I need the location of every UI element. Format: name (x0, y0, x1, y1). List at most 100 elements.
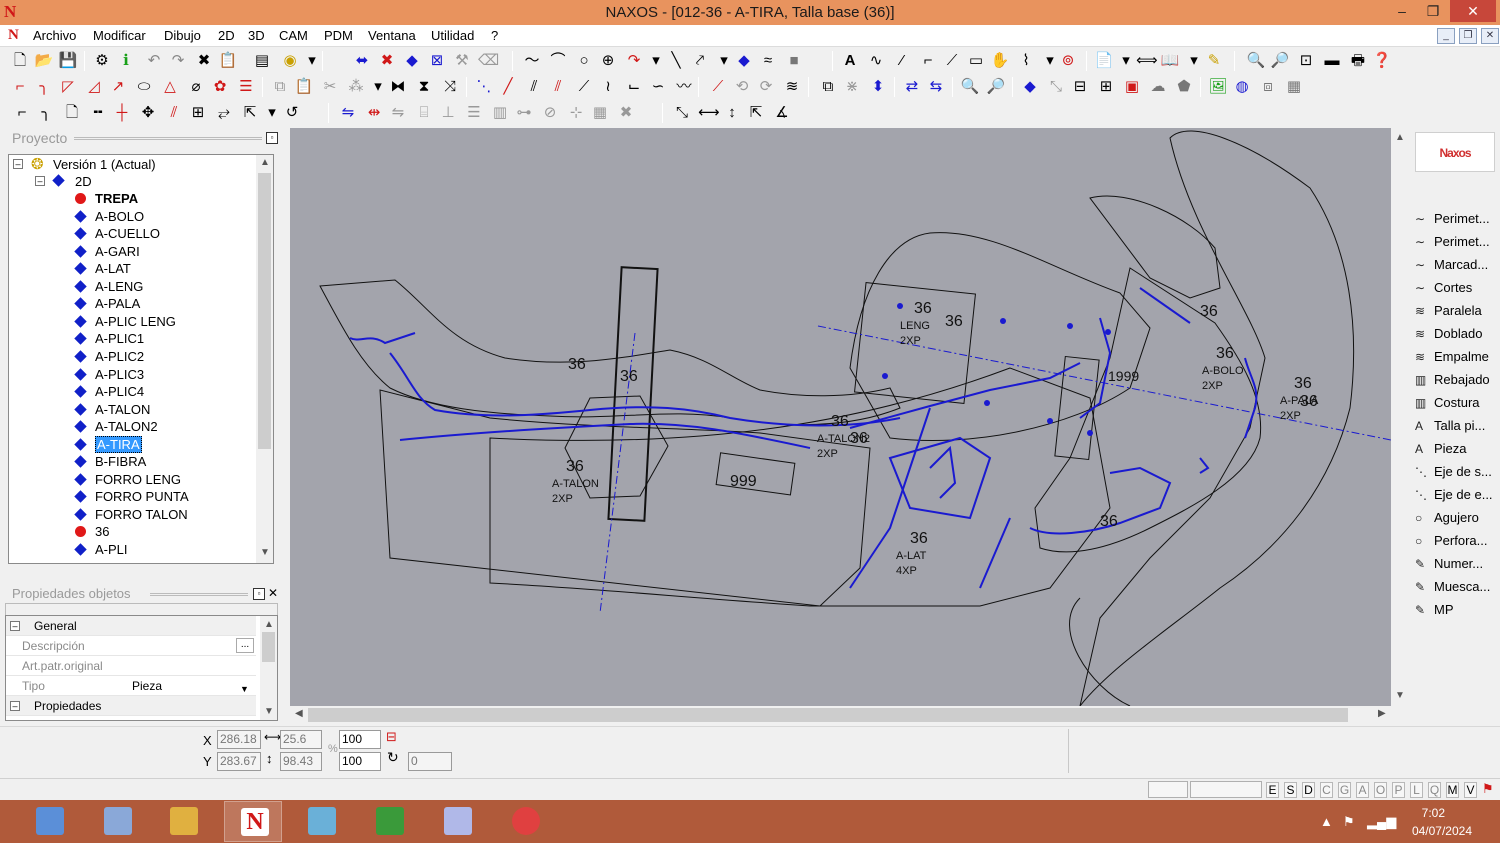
taskbar-app-button[interactable]: N (224, 801, 282, 842)
red-arc-icon[interactable]: ↷ (624, 51, 644, 71)
arrows-icon[interactable]: ⇋ (338, 103, 358, 123)
help-icon[interactable]: ❓ (1372, 51, 1392, 71)
tree-item[interactable]: A-PLIC2 (74, 348, 144, 365)
palette-item[interactable]: ✎ Muesca... (1415, 576, 1495, 598)
blue-diamond-icon[interactable]: ◆ (1020, 77, 1040, 97)
minimize-button[interactable]: – (1385, 0, 1419, 22)
distort-icon[interactable]: ⥂ (214, 103, 234, 123)
mode-key-g[interactable]: G (1338, 782, 1351, 798)
tree-scroll-thumb[interactable] (258, 173, 271, 449)
move-piece-icon[interactable]: ◆ (402, 51, 422, 71)
dropdown-arrow-icon[interactable]: ▾ (368, 77, 388, 97)
palette-icon[interactable]: ◉ (280, 51, 300, 71)
collapse-icon[interactable]: – (10, 701, 20, 711)
text-icon[interactable]: A (840, 51, 860, 71)
measure-icon[interactable]: ⊟ (1070, 77, 1090, 97)
mode-key-o[interactable]: O (1374, 782, 1387, 798)
tree-item[interactable]: A-PLI (74, 541, 128, 558)
browse-button[interactable]: ... (236, 638, 254, 653)
page-icon[interactable]: 🗋 (62, 103, 82, 123)
project-tree[interactable]: – ❂ Versión 1 (Actual) – 2D TREPA A-BOLO A… (8, 154, 274, 564)
tree-item[interactable]: A-TALON (74, 401, 150, 418)
tree-folder-2d[interactable]: – 2D (35, 173, 92, 190)
taskbar-app-button[interactable] (88, 801, 146, 842)
tree-item[interactable]: A-LENG (74, 278, 143, 295)
anchor-icon[interactable]: ⊥ (438, 103, 458, 123)
morph-icon[interactable]: ≋ (782, 77, 802, 97)
flip-horizontal-icon[interactable]: ⧓ (388, 77, 408, 97)
open-folder-icon[interactable]: 📂 (34, 51, 54, 71)
tree-item[interactable]: A-PLIC3 (74, 366, 144, 383)
tree-item[interactable]: A-BOLO (74, 208, 144, 225)
book-icon[interactable]: 📖 (1160, 51, 1180, 71)
height-field[interactable]: 98.43 (280, 752, 322, 771)
palette-item[interactable]: ∼ Marcad... (1415, 254, 1495, 276)
maximize-button[interactable]: ❐ (1416, 0, 1450, 22)
horizontal-scrollbar[interactable]: ◀ ▶ (290, 706, 1391, 724)
tree-item[interactable]: B-FIBRA (74, 453, 146, 470)
mdi-minimize-button[interactable]: _ (1437, 28, 1455, 44)
tree-item[interactable]: A-LAT (74, 260, 131, 277)
pin-icon[interactable]: ▫ (266, 132, 278, 144)
window-icon[interactable]: ▣ (1122, 77, 1142, 97)
width-field[interactable]: 25.6 (280, 730, 322, 749)
taskbar-app-button[interactable] (496, 801, 554, 842)
x-field[interactable]: 286.18 (217, 730, 261, 749)
mode-key-m[interactable]: M (1446, 782, 1459, 798)
properties-scroll-thumb[interactable] (262, 632, 275, 662)
mirror-icon[interactable]: ⟺ (1136, 51, 1158, 71)
palette-item[interactable]: ∼ Cortes (1415, 277, 1495, 299)
palette-item[interactable]: A Pieza (1415, 438, 1495, 460)
slash-icon[interactable]: ⟋ (942, 51, 962, 71)
menu-pdm[interactable]: PDM (324, 28, 353, 43)
palette-item[interactable]: ▥ Costura (1415, 392, 1495, 414)
tree-item[interactable]: A-CUELLO (74, 225, 160, 242)
clock-date[interactable]: 04/07/2024 (1412, 824, 1472, 838)
chamfer-icon[interactable]: ◸ (58, 77, 78, 97)
exchange-icon[interactable]: ⇆ (926, 77, 946, 97)
gray-arrows-icon[interactable]: ⇋ (388, 103, 408, 123)
tree-item[interactable]: A-PALA (74, 295, 140, 312)
menu-archivo[interactable]: Archivo (33, 28, 76, 43)
chevron-up-icon[interactable]: ▲ (1320, 814, 1333, 829)
palette-item[interactable]: ⋱ Eje de e... (1415, 484, 1495, 506)
new-file-icon[interactable]: 🗋 (10, 51, 30, 71)
rotation-field[interactable]: 0 (408, 752, 452, 771)
mode-key-p[interactable]: P (1392, 782, 1405, 798)
clock-time[interactable]: 7:02 (1422, 806, 1445, 820)
scroll-right-icon[interactable]: ▶ (1378, 708, 1386, 719)
eraser-icon[interactable]: ⌫ (478, 51, 499, 71)
tree-item[interactable]: 36 (75, 523, 109, 540)
type-select[interactable]: Pieza (128, 676, 254, 695)
taskbar-app-button[interactable] (428, 801, 486, 842)
remove-arrows-icon[interactable]: ⇹ (364, 103, 384, 123)
palette-item[interactable]: ≋ Doblado (1415, 323, 1495, 345)
layers-icon[interactable]: ▤ (252, 51, 272, 71)
select-piece-icon[interactable]: ⬌ (352, 51, 372, 71)
zigzag-icon[interactable]: ⌇ (1016, 51, 1036, 71)
link-icon[interactable]: ⊶ (514, 103, 534, 123)
delete-icon[interactable]: ✖ (194, 51, 214, 71)
palette-item[interactable]: ⋱ Eje de s... (1415, 461, 1495, 483)
corner-line-icon[interactable]: ⌐ (12, 103, 32, 123)
taskbar-app-button[interactable] (360, 801, 418, 842)
rotate-icon[interactable]: ↻ (387, 749, 399, 766)
refresh-icon[interactable]: ↺ (282, 103, 302, 123)
circle-icon[interactable]: ○ (574, 51, 594, 71)
original-pattern-field[interactable] (128, 656, 254, 675)
image-icon[interactable]: 🖼 (1208, 77, 1228, 97)
close-button[interactable]: ✕ (1450, 0, 1496, 22)
dropdown-arrow-icon[interactable]: ▾ (302, 51, 322, 71)
clipboard-icon[interactable]: 📋 (218, 51, 238, 71)
dropdown-arrow-icon[interactable]: ▾ (1040, 51, 1060, 71)
scale-x-field[interactable]: 100 (339, 730, 381, 749)
smooth-icon[interactable]: ∽ (648, 77, 668, 97)
properties-scrollbar[interactable]: ▲ ▼ (260, 616, 277, 720)
cut-icon[interactable]: ✂ (320, 77, 340, 97)
diagonal-arrow-icon[interactable]: ⤡ (672, 103, 692, 123)
vertical-measure-icon[interactable]: ↕ (722, 103, 742, 123)
document-icon[interactable]: N (8, 27, 19, 44)
collapse-icon[interactable]: – (13, 159, 23, 169)
stack-icon[interactable]: ⧈ (1258, 77, 1278, 97)
palette-item[interactable]: ∼ Perimet... (1415, 208, 1495, 230)
